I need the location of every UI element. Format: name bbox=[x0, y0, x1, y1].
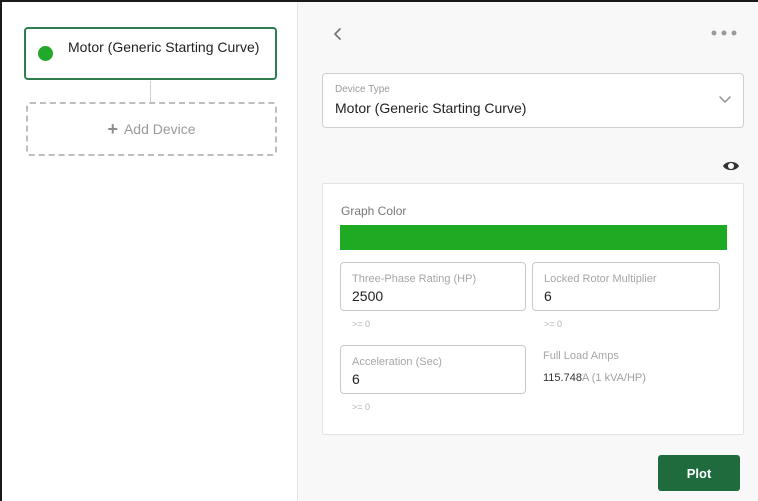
plus-icon: + bbox=[107, 118, 118, 139]
eye-icon[interactable] bbox=[722, 159, 740, 173]
locked-rotor-multiplier-hint: >= 0 bbox=[544, 319, 563, 329]
full-load-amps-readout: 115.748A (1 kVA/HP) bbox=[543, 372, 646, 384]
device-node-motor[interactable]: Motor (Generic Starting Curve) bbox=[24, 27, 277, 80]
device-settings-panel: Device Type Motor (Generic Starting Curv… bbox=[298, 2, 758, 501]
acceleration-hint: >= 0 bbox=[352, 402, 371, 412]
add-device-label: Add Device bbox=[123, 121, 196, 137]
acceleration-field[interactable]: Acceleration (Sec) 6 bbox=[340, 345, 526, 394]
three-phase-rating-hint: >= 0 bbox=[352, 319, 371, 329]
device-color-dot bbox=[38, 46, 53, 61]
add-device-button[interactable]: + Add Device bbox=[26, 102, 277, 156]
chevron-left-icon[interactable] bbox=[330, 24, 346, 44]
acceleration-value: 6 bbox=[352, 371, 360, 387]
full-load-amps-unit: A (1 kVA/HP) bbox=[581, 372, 646, 384]
device-node-label: Motor (Generic Starting Curve) bbox=[68, 39, 260, 55]
tree-connector bbox=[150, 81, 151, 102]
device-type-value: Motor (Generic Starting Curve) bbox=[335, 100, 527, 116]
locked-rotor-multiplier-value: 6 bbox=[544, 288, 552, 304]
plot-button[interactable]: Plot bbox=[658, 455, 740, 491]
device-tree-panel: Motor (Generic Starting Curve) + Add Dev… bbox=[2, 2, 298, 501]
graph-color-label: Graph Color bbox=[341, 204, 407, 218]
three-phase-rating-value: 2500 bbox=[352, 288, 384, 304]
device-type-label: Device Type bbox=[335, 84, 390, 95]
graph-color-swatch[interactable] bbox=[340, 225, 727, 250]
locked-rotor-multiplier-field[interactable]: Locked Rotor Multiplier 6 bbox=[532, 262, 720, 311]
more-horizontal-icon[interactable] bbox=[710, 28, 740, 38]
full-load-amps-value: 115.748 bbox=[543, 372, 582, 384]
device-settings-card: Graph Color Three-Phase Rating (HP) 2500… bbox=[322, 183, 744, 435]
locked-rotor-multiplier-label: Locked Rotor Multiplier bbox=[544, 273, 657, 285]
three-phase-rating-field[interactable]: Three-Phase Rating (HP) 2500 bbox=[340, 262, 526, 311]
acceleration-label: Acceleration (Sec) bbox=[352, 356, 442, 368]
three-phase-rating-label: Three-Phase Rating (HP) bbox=[352, 273, 477, 285]
full-load-amps-label: Full Load Amps bbox=[543, 350, 619, 362]
device-type-select[interactable]: Device Type Motor (Generic Starting Curv… bbox=[322, 73, 744, 128]
chevron-down-icon bbox=[719, 96, 731, 103]
